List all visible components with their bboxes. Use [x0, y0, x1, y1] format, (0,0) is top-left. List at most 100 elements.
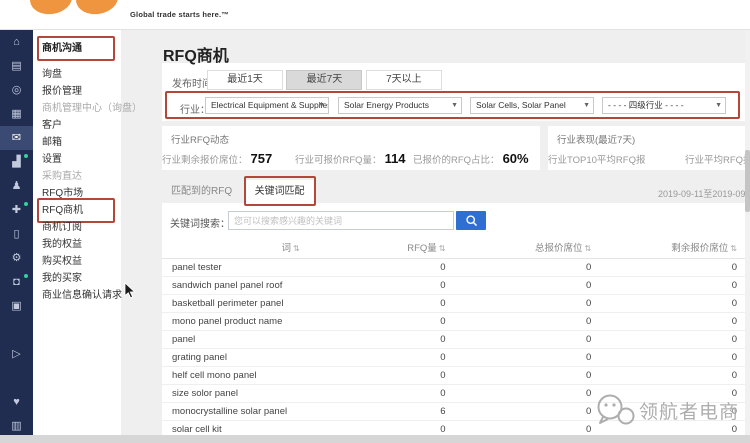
- search-button[interactable]: [456, 211, 486, 230]
- remaining-quote-seats-cell: 0: [599, 348, 745, 366]
- table-row: panel 0 0 0: [162, 330, 745, 348]
- messages-icon[interactable]: ✉: [0, 126, 33, 150]
- mouse-cursor: [124, 282, 136, 304]
- sidebar-item-opportunity-center[interactable]: 商机管理中心（询盘）: [33, 100, 121, 117]
- tab-matched-rfq[interactable]: 匹配到的RFQ: [162, 180, 241, 203]
- watermark-text: 领航者电商: [639, 397, 739, 424]
- remaining-quote-seats-cell: 0: [599, 276, 745, 294]
- marketing-icon[interactable]: ◘: [0, 270, 33, 294]
- total-quote-seats-cell: 0: [454, 420, 600, 435]
- briefcase-icon[interactable]: ▣: [0, 294, 33, 318]
- sidebar-item-my-benefits[interactable]: 我的权益: [33, 236, 121, 253]
- performance-heading: 行业表现(最近7天): [557, 132, 635, 146]
- sidebar-item-settings[interactable]: 设置: [33, 151, 121, 168]
- sidebar-item-mailbox[interactable]: 邮箱: [33, 134, 121, 151]
- filter-card: 发布时间： 最近1天 最近7天 7天以上 行业： Electrical Equi…: [162, 63, 745, 121]
- apps-grid-icon[interactable]: ▦: [0, 102, 33, 126]
- keyword-cell: monocrystalline solar panel: [162, 402, 308, 420]
- sidebar-item-rfq-opportunities[interactable]: RFQ商机: [33, 202, 121, 219]
- sidebar-item-purchase-benefits[interactable]: 购买权益: [33, 253, 121, 270]
- keyword-cell: helf cell mono panel: [162, 366, 308, 384]
- scrollbar-thumb[interactable]: [745, 150, 750, 212]
- industry-rfq-stats-card: 行业RFQ动态 行业可报价RFQ量：114 已报价的RFQ占比：60% 行业剩余…: [162, 126, 540, 170]
- date-range: 2019-09-11至2019-09-17 (太平: [658, 187, 750, 200]
- sidebar-item-customers[interactable]: 客户: [33, 117, 121, 134]
- keyword-cell: size solor panel: [162, 384, 308, 402]
- documents-icon[interactable]: ▯: [0, 222, 33, 246]
- keyword-cell: solar cell kit: [162, 420, 308, 435]
- column-header[interactable]: 总报价席位⇅: [454, 237, 600, 258]
- keyword-search-input[interactable]: [228, 211, 454, 230]
- rfq-count-cell: 0: [308, 348, 454, 366]
- keyword-cell: sandwich panel panel roof: [162, 276, 308, 294]
- sidebar-section-sourcing-direct[interactable]: 采购直达: [33, 168, 121, 185]
- screen: Global trade starts here.™ ⌂ ▤ ◎ ▦ ✉ ▟ ♟…: [0, 0, 750, 443]
- icon-rail: ⌂ ▤ ◎ ▦ ✉ ▟ ♟ ✚ ▯ ⚙ ◘ ▣ ▷ ♥ ▥: [0, 30, 33, 435]
- rfq-count-cell: 0: [308, 294, 454, 312]
- sidebar-item-opportunity-subscription[interactable]: 商机订阅: [33, 219, 121, 236]
- page-title: RFQ商机: [163, 42, 229, 66]
- time-filter-button[interactable]: 最近1天: [207, 70, 283, 90]
- keyword-cell: panel: [162, 330, 308, 348]
- total-quote-seats-cell: 0: [454, 366, 600, 384]
- search-icon: [465, 214, 478, 227]
- industry-performance-card: 行业表现(最近7天) 行业平均RFQ报价量：1.1 行业TOP10平均RFQ报: [548, 126, 750, 170]
- keyword-cell: mono panel product name: [162, 312, 308, 330]
- table-row: mono panel product name 0 0 0: [162, 312, 745, 330]
- sidebar-item-inquiries[interactable]: 询盘: [33, 66, 121, 83]
- rfq-count-cell: 0: [308, 420, 454, 435]
- send-icon[interactable]: ▷: [0, 342, 33, 366]
- total-quote-seats-cell: 0: [454, 348, 600, 366]
- industry-dropdown[interactable]: - - - - 四级行业 - - - -▼: [602, 97, 726, 114]
- industry-dropdown[interactable]: Electrical Equipment & Supplies▼: [205, 97, 329, 114]
- alibaba-logo-icon: [74, 0, 120, 17]
- rfq-count-cell: 0: [308, 330, 454, 348]
- stat-item: 行业平均RFQ报价量：1.1: [685, 150, 750, 168]
- remaining-quote-seats-cell: 0: [599, 312, 745, 330]
- time-filter-button[interactable]: 7天以上: [366, 70, 442, 90]
- stat-item: 已报价的RFQ占比：60%: [413, 150, 529, 168]
- sidebar-item-business-info-confirmation[interactable]: 商业信息确认请求: [33, 287, 121, 304]
- remaining-quote-seats-cell: 0: [599, 294, 745, 312]
- industry-dropdown[interactable]: Solar Cells, Solar Panel▼: [470, 97, 594, 114]
- contacts-icon[interactable]: ♟: [0, 174, 33, 198]
- analytics-icon[interactable]: ▟: [0, 150, 33, 174]
- settings-icon[interactable]: ⚙: [0, 246, 33, 270]
- time-filter-button[interactable]: 最近7天: [286, 70, 362, 90]
- products-icon[interactable]: ◎: [0, 78, 33, 102]
- home-icon[interactable]: ⌂: [0, 30, 33, 54]
- table-row: grating panel 0 0 0: [162, 348, 745, 366]
- remaining-quote-seats-cell: 0: [599, 258, 745, 276]
- sidebar-section-business-communication[interactable]: 商机沟通: [33, 40, 121, 57]
- column-header[interactable]: 词⇅: [162, 237, 308, 258]
- stat-item: 行业可报价RFQ量：114: [295, 150, 406, 168]
- keyword-cell: panel tester: [162, 258, 308, 276]
- chevron-down-icon: ▼: [318, 98, 325, 113]
- remaining-quote-seats-cell: 0: [599, 366, 745, 384]
- stat-item: 行业剩余报价席位：757: [162, 150, 272, 168]
- rfq-count-cell: 6: [308, 402, 454, 420]
- column-header[interactable]: 剩余报价席位⇅: [599, 237, 745, 258]
- industry-filter-row: 行业： Electrical Equipment & Supplies▼ Sol…: [168, 95, 737, 117]
- total-quote-seats-cell: 0: [454, 258, 600, 276]
- keyword-cell: basketball perimeter panel: [162, 294, 308, 312]
- column-header[interactable]: RFQ量⇅: [308, 237, 454, 258]
- logistics-icon[interactable]: ✚: [0, 198, 33, 222]
- stats-heading: 行业RFQ动态: [171, 132, 229, 146]
- table-row: panel tester 0 0 0: [162, 258, 745, 276]
- watermark: 领航者电商: [594, 392, 739, 428]
- table-row: sandwich panel panel roof 0 0 0: [162, 276, 745, 294]
- sort-icon: ⇅: [585, 244, 592, 253]
- favorites-icon[interactable]: ♥: [0, 390, 33, 414]
- sidebar-item-quote-management[interactable]: 报价管理: [33, 83, 121, 100]
- tab-keyword-match[interactable]: 关键词匹配: [246, 180, 314, 203]
- chevron-down-icon: ▼: [451, 98, 458, 113]
- chevron-down-icon: ▼: [715, 98, 722, 113]
- table-row: helf cell mono panel 0 0 0: [162, 366, 745, 384]
- sidebar-item-my-buyers[interactable]: 我的买家: [33, 270, 121, 287]
- rfq-count-cell: 0: [308, 384, 454, 402]
- total-quote-seats-cell: 0: [454, 312, 600, 330]
- orders-icon[interactable]: ▤: [0, 54, 33, 78]
- industry-dropdown[interactable]: Solar Energy Products▼: [338, 97, 462, 114]
- rfq-count-cell: 0: [308, 258, 454, 276]
